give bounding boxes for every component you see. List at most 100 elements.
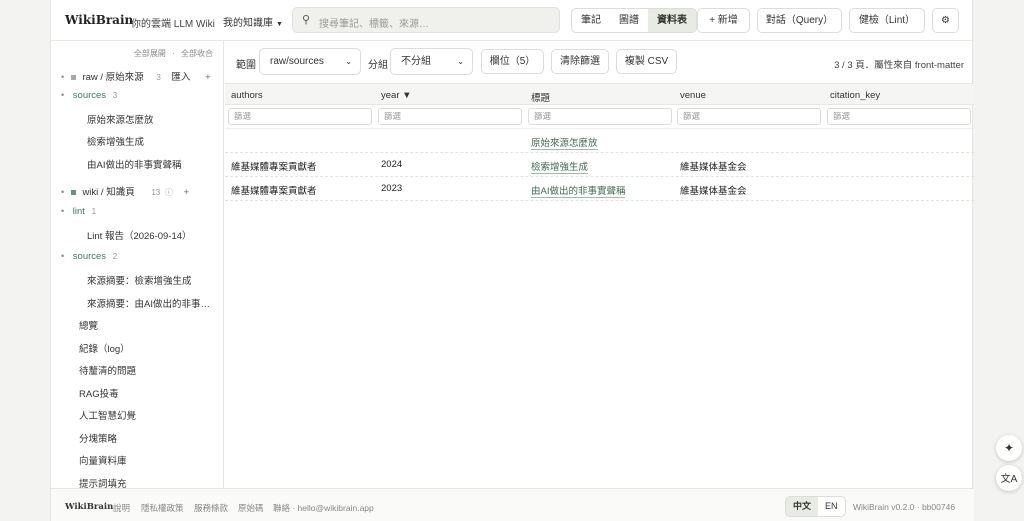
tree-raw[interactable]: • raw / 原始來源 3 匯入 + <box>61 69 223 83</box>
sidebar-item[interactable]: 由AI做出的非事實聲稱 <box>87 157 223 171</box>
footer-brand: WikiBrain <box>65 502 114 512</box>
sidebar-item[interactable]: 向量資料庫 <box>79 453 223 467</box>
footer: WikiBrain 說明 隱私權政策 服務條款 原始碼 聯絡 · hello@w… <box>51 488 974 521</box>
tab-notes[interactable]: 筆記 <box>572 9 610 32</box>
title-link[interactable]: 由AI做出的非事實聲稱 <box>531 183 626 198</box>
bullet-icon: • <box>61 90 65 100</box>
folder-color-icon <box>70 189 76 195</box>
sidebar-item[interactable]: 總覽 <box>79 318 223 332</box>
lint-count: 1 <box>91 207 97 216</box>
tab-table[interactable]: 資料表 <box>648 9 696 32</box>
info-icon[interactable]: ⓘ <box>165 188 173 197</box>
sidebar-item[interactable]: 來源摘要：由AI做出的非事… <box>87 296 223 310</box>
tab-graph[interactable]: 圖譜 <box>610 9 648 32</box>
footer-link-source[interactable]: 原始碼 <box>238 502 264 514</box>
filter-input[interactable]: 篩選 <box>228 108 372 125</box>
sidebar-item[interactable]: 紀錄（log） <box>79 341 223 355</box>
lint-button[interactable]: 健檢（Lint） <box>849 8 925 33</box>
chat-query-button[interactable]: 對話（Query） <box>757 8 842 33</box>
column-header[interactable]: authors <box>231 90 263 101</box>
chevron-down-icon: ⌄ <box>345 57 352 66</box>
sidebar-item[interactable]: 分塊策略 <box>79 431 223 445</box>
lang-zh[interactable]: 中文 <box>786 497 819 516</box>
bullet-icon: • <box>61 206 65 216</box>
search-placeholder: 搜尋筆記、標籤、來源… <box>319 19 429 30</box>
filter-input[interactable]: 篩選 <box>827 108 971 125</box>
settings-button[interactable]: ⚙ <box>932 8 959 33</box>
raw-add-button[interactable]: + <box>205 72 211 83</box>
wiki-add-button[interactable]: + <box>184 187 190 198</box>
tagline: 你的雲端 LLM Wiki <box>131 19 215 30</box>
sidebar-item[interactable]: 待釐清的問題 <box>79 363 223 377</box>
tree-wiki-label: wiki / 知識頁 <box>82 187 135 198</box>
table-cell: 2023 <box>381 183 403 194</box>
sidebar-item[interactable]: Lint 報告（2026-09-14） <box>87 228 223 242</box>
sidebar-item[interactable]: 檢索增強生成 <box>87 134 223 148</box>
gear-icon: ⚙ <box>941 15 950 26</box>
table-row: 原始來源怎麼放 <box>225 129 974 153</box>
bullet-icon: • <box>61 251 65 261</box>
search-input[interactable]: ⚲ 搜尋筆記、標籤、來源… <box>292 7 560 33</box>
bullet-icon: • <box>61 187 65 197</box>
footer-link-privacy[interactable]: 隱私權政策 <box>141 502 184 514</box>
footer-link-help[interactable]: 說明 <box>113 502 130 514</box>
footer-link-terms[interactable]: 服務條款 <box>194 502 228 514</box>
scope-select[interactable]: raw/sources ⌄ <box>259 48 361 75</box>
group-label: 分組 <box>368 60 388 71</box>
filter-input[interactable]: 篩選 <box>677 108 821 125</box>
knowledge-base-dropdown[interactable]: 我的知識庫 ▼ <box>223 14 283 29</box>
sidebar: 全部展開 · 全部收合 • raw / 原始來源 3 匯入 + • source… <box>51 41 224 488</box>
chevron-down-icon: ⌄ <box>457 57 464 66</box>
new-button[interactable]: + 新增 <box>697 8 750 33</box>
app-window: WikiBrain 你的雲端 LLM Wiki 我的知識庫 ▼ ⚲ 搜尋筆記、標籤… <box>50 0 974 521</box>
title-link[interactable]: 原始來源怎麼放 <box>531 135 598 150</box>
tree-wiki[interactable]: • wiki / 知識頁 13 ⓘ + <box>61 184 223 198</box>
ai-assistant-button[interactable]: ✦ <box>996 435 1022 461</box>
group-select[interactable]: 不分組 ⌄ <box>390 48 473 75</box>
tree-raw-sources[interactable]: • sources 3 <box>61 90 223 101</box>
tree-controls: 全部展開 · 全部收合 <box>134 48 213 59</box>
wiki-sources-label: sources <box>72 251 107 262</box>
expand-all-button[interactable]: 全部展開 <box>134 49 166 58</box>
column-header[interactable]: year ▼ <box>381 90 412 101</box>
clear-filters-button[interactable]: 清除篩選 <box>551 49 609 74</box>
kb-label: 我的知識庫 <box>223 18 273 29</box>
import-button[interactable]: 匯入 <box>171 72 190 83</box>
separator: · <box>172 49 175 58</box>
group-value: 不分組 <box>401 56 431 67</box>
table-header: authors year ▼ 標題 venue citation_key <box>225 83 974 105</box>
sidebar-item[interactable]: 提示詞填充 <box>79 476 223 488</box>
table-cell: 維基媒體專案貢獻者 <box>231 162 317 173</box>
tree-raw-label: raw / 原始來源 <box>82 72 144 83</box>
column-header[interactable]: 標題 <box>531 90 550 104</box>
footer-link-contact[interactable]: 聯絡 · hello@wikibrain.app <box>273 502 374 514</box>
table-cell: 維基媒体基金会 <box>680 162 747 173</box>
filter-input[interactable]: 篩選 <box>528 108 672 125</box>
page-info: 3 / 3 頁．屬性來自 front-matter <box>834 60 964 71</box>
scope-value: raw/sources <box>270 56 324 67</box>
tree-raw-count: 3 <box>156 73 161 82</box>
table-view: 範圍 raw/sources ⌄ 分組 不分組 ⌄ 欄位（5） 清除篩選 複製 CS… <box>225 41 974 488</box>
sidebar-item[interactable]: 人工智慧幻覺 <box>79 408 223 422</box>
column-header[interactable]: venue <box>680 90 706 101</box>
collapse-all-button[interactable]: 全部收合 <box>181 49 213 58</box>
caret-down-icon: ▼ <box>276 21 283 28</box>
lang-en[interactable]: EN <box>818 497 845 516</box>
sidebar-item[interactable]: 來源摘要：檢索增強生成 <box>87 273 223 287</box>
column-header[interactable]: citation_key <box>830 90 880 101</box>
title-link[interactable]: 檢索增強生成 <box>531 159 589 174</box>
translate-icon: 文A <box>1000 474 1018 485</box>
sidebar-item[interactable]: RAG投毒 <box>79 386 223 400</box>
columns-button[interactable]: 欄位（5） <box>481 49 544 74</box>
copy-csv-button[interactable]: 複製 CSV <box>616 49 677 74</box>
sidebar-item[interactable]: 原始來源怎麼放 <box>87 112 223 126</box>
tree-wiki-sources[interactable]: • sources 2 <box>61 251 223 262</box>
filter-input[interactable]: 篩選 <box>378 108 522 125</box>
tree-lint[interactable]: • lint 1 <box>61 206 223 217</box>
translate-button[interactable]: 文A <box>996 465 1022 491</box>
brand-logo[interactable]: WikiBrain <box>65 13 133 27</box>
top-bar: WikiBrain 你的雲端 LLM Wiki 我的知識庫 ▼ ⚲ 搜尋筆記、標籤… <box>51 0 974 41</box>
lint-label: lint <box>72 206 85 217</box>
raw-sources-count: 3 <box>112 91 118 100</box>
search-icon: ⚲ <box>302 14 311 26</box>
